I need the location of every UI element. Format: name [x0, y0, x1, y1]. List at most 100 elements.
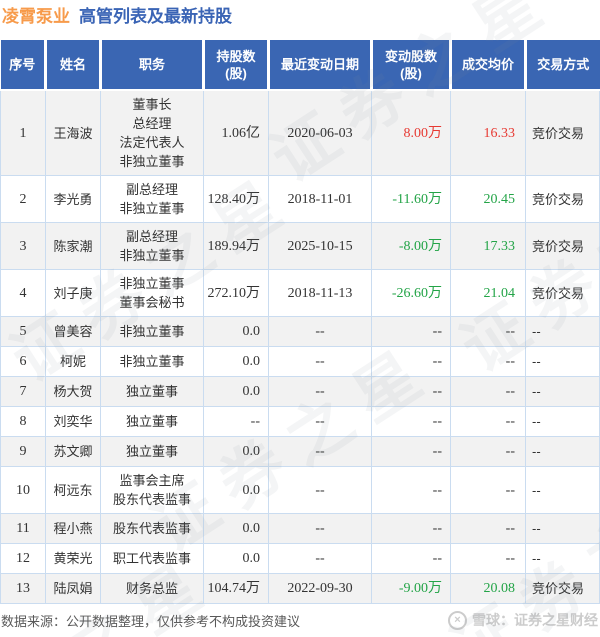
cell-serial: 6 — [0, 346, 46, 377]
cell-roles: 副总经理 非独立董事 — [100, 175, 204, 223]
cell-avg-price: -- — [450, 513, 526, 544]
table-row: 4 刘子庚 非独立董事 董事会秘书 272.10万 2018-11-13 -26.60万 21… — [0, 269, 600, 317]
cell-avg-price: -- — [450, 466, 526, 514]
role-line: 财务总监 — [125, 581, 178, 596]
cell-shares: 0.0 — [203, 513, 269, 544]
cell-shares: 0.0 — [203, 316, 269, 347]
role-line: 副总经理 — [125, 229, 178, 244]
page-title: 高管列表及最新持股 — [79, 7, 232, 26]
column-header-change_shares: 变动股数 (股) — [371, 40, 452, 91]
cell-name: 刘子庚 — [45, 269, 101, 317]
cell-shares: 189.94万 — [203, 222, 269, 270]
cell-trade-method: -- — [525, 406, 600, 437]
table-row: 7 杨大贺 独立董事 0.0 -- -- -- -- — [0, 376, 600, 407]
holdings-table-header-row: 序号 姓名 职务 持股数 (股) 最近变动日期 变动股数 (股) 成交均价 交易方式 — [0, 40, 600, 91]
cell-change-date: -- — [268, 436, 372, 467]
cell-name: 陈家潮 — [45, 222, 101, 270]
cell-change-date: 2018-11-01 — [268, 175, 372, 223]
cell-shares: 0.0 — [203, 543, 269, 574]
role-line: 股东代表监事 — [112, 492, 191, 507]
cell-serial: 10 — [0, 466, 46, 514]
role-line: 董事会秘书 — [119, 295, 185, 310]
xueqiu-logo-icon: × — [448, 610, 467, 630]
cell-trade-method: 竞价交易 — [525, 222, 600, 270]
role-line: 总经理 — [132, 116, 172, 131]
cell-avg-price: -- — [450, 376, 526, 407]
role-line: 股东代表监事 — [112, 521, 191, 536]
cell-roles: 独立董事 — [100, 376, 204, 407]
cell-trade-method: -- — [525, 466, 600, 514]
cell-avg-price: -- — [450, 436, 526, 467]
cell-serial: 1 — [0, 89, 46, 176]
table-row: 13 陆凤娟 财务总监 104.74万 2022-09-30 -9.00万 20.08 竞价交… — [0, 573, 600, 604]
table-row: 12 黄荣光 职工代表监事 0.0 -- -- -- -- — [0, 543, 600, 574]
cell-name: 柯远东 — [45, 466, 101, 514]
cell-change-shares: -- — [371, 346, 451, 377]
column-header-name: 姓名 — [45, 40, 102, 91]
cell-trade-method: 竞价交易 — [525, 269, 600, 317]
cell-trade-method: -- — [525, 316, 600, 347]
role-line: 独立董事 — [125, 384, 178, 399]
cell-change-shares: -11.60万 — [371, 175, 451, 223]
cell-change-shares: -- — [371, 376, 451, 407]
cell-change-shares: -- — [371, 316, 451, 347]
column-header-position: 职务 — [100, 40, 205, 91]
cell-roles: 职工代表监事 — [100, 543, 204, 574]
cell-change-date: 2022-09-30 — [268, 573, 372, 604]
table-row: 11 程小燕 股东代表监事 0.0 -- -- -- -- — [0, 513, 600, 544]
cell-trade-method: -- — [525, 543, 600, 574]
role-line: 非独立董事 — [119, 248, 185, 263]
cell-trade-method: -- — [525, 513, 600, 544]
table-row: 6 柯妮 非独立董事 0.0 -- -- -- -- — [0, 346, 600, 377]
cell-serial: 2 — [0, 175, 46, 223]
cell-name: 陆凤娟 — [45, 573, 101, 604]
cell-avg-price: -- — [450, 543, 526, 574]
cell-trade-method: 竞价交易 — [525, 89, 600, 176]
cell-serial: 5 — [0, 316, 46, 347]
table-row: 8 刘奕华 独立董事 -- -- -- -- -- — [0, 406, 600, 437]
executive-holdings-card: 凌霄泵业 高管列表及最新持股 序号 姓名 职务 持股数 (股) 最近变动日期 变动股数 (股… — [0, 0, 600, 637]
cell-change-date: -- — [268, 316, 372, 347]
cell-name: 刘奕华 — [45, 406, 101, 437]
cell-change-shares: -26.60万 — [371, 269, 451, 317]
cell-shares: 0.0 — [203, 466, 269, 514]
cell-change-shares: -- — [371, 436, 451, 467]
table-row: 5 曾美容 非独立董事 0.0 -- -- -- -- — [0, 316, 600, 347]
cell-change-shares: -- — [371, 406, 451, 437]
cell-avg-price: -- — [450, 316, 526, 347]
cell-change-shares: -9.00万 — [371, 573, 451, 604]
cell-change-shares: -- — [371, 513, 451, 544]
role-line: 监事会主席 — [119, 473, 185, 488]
cell-change-date: 2018-11-13 — [268, 269, 372, 317]
table-row: 1 王海波 董事长 总经理 法定代表人 非独立董事 1.06亿 2020-06-03 8.00万… — [0, 89, 600, 176]
cell-change-date: -- — [268, 406, 372, 437]
cell-shares: 0.0 — [203, 376, 269, 407]
cell-change-date: -- — [268, 346, 372, 377]
cell-shares: -- — [203, 406, 269, 437]
brand: × 雪球：证券之星财经 — [448, 610, 600, 630]
table-row: 2 李光勇 副总经理 非独立董事 128.40万 2018-11-01 -11.60万 20.… — [0, 175, 600, 223]
cell-serial: 11 — [0, 513, 46, 544]
cell-change-date: -- — [268, 543, 372, 574]
cell-roles: 独立董事 — [100, 406, 204, 437]
cell-avg-price: 16.33 — [450, 89, 526, 176]
column-header-trade_method: 交易方式 — [525, 40, 600, 91]
table-row: 3 陈家潮 副总经理 非独立董事 189.94万 2025-10-15 -8.00万 17.3… — [0, 222, 600, 270]
cell-change-date: -- — [268, 376, 372, 407]
cell-trade-method: 竞价交易 — [525, 573, 600, 604]
cell-shares: 104.74万 — [203, 573, 269, 604]
role-line: 独立董事 — [125, 444, 178, 459]
cell-serial: 9 — [0, 436, 46, 467]
role-line: 副总经理 — [125, 182, 178, 197]
title-bar: 凌霄泵业 高管列表及最新持股 — [0, 0, 600, 34]
cell-change-shares: -8.00万 — [371, 222, 451, 270]
cell-roles: 非独立董事 — [100, 346, 204, 377]
cell-roles: 非独立董事 — [100, 316, 204, 347]
cell-roles: 财务总监 — [100, 573, 204, 604]
role-line: 非独立董事 — [119, 201, 185, 216]
cell-trade-method: -- — [525, 346, 600, 377]
company-name: 凌霄泵业 — [2, 7, 70, 26]
cell-shares: 0.0 — [203, 346, 269, 377]
cell-roles: 董事长 总经理 法定代表人 非独立董事 — [100, 89, 204, 176]
cell-roles: 独立董事 — [100, 436, 204, 467]
